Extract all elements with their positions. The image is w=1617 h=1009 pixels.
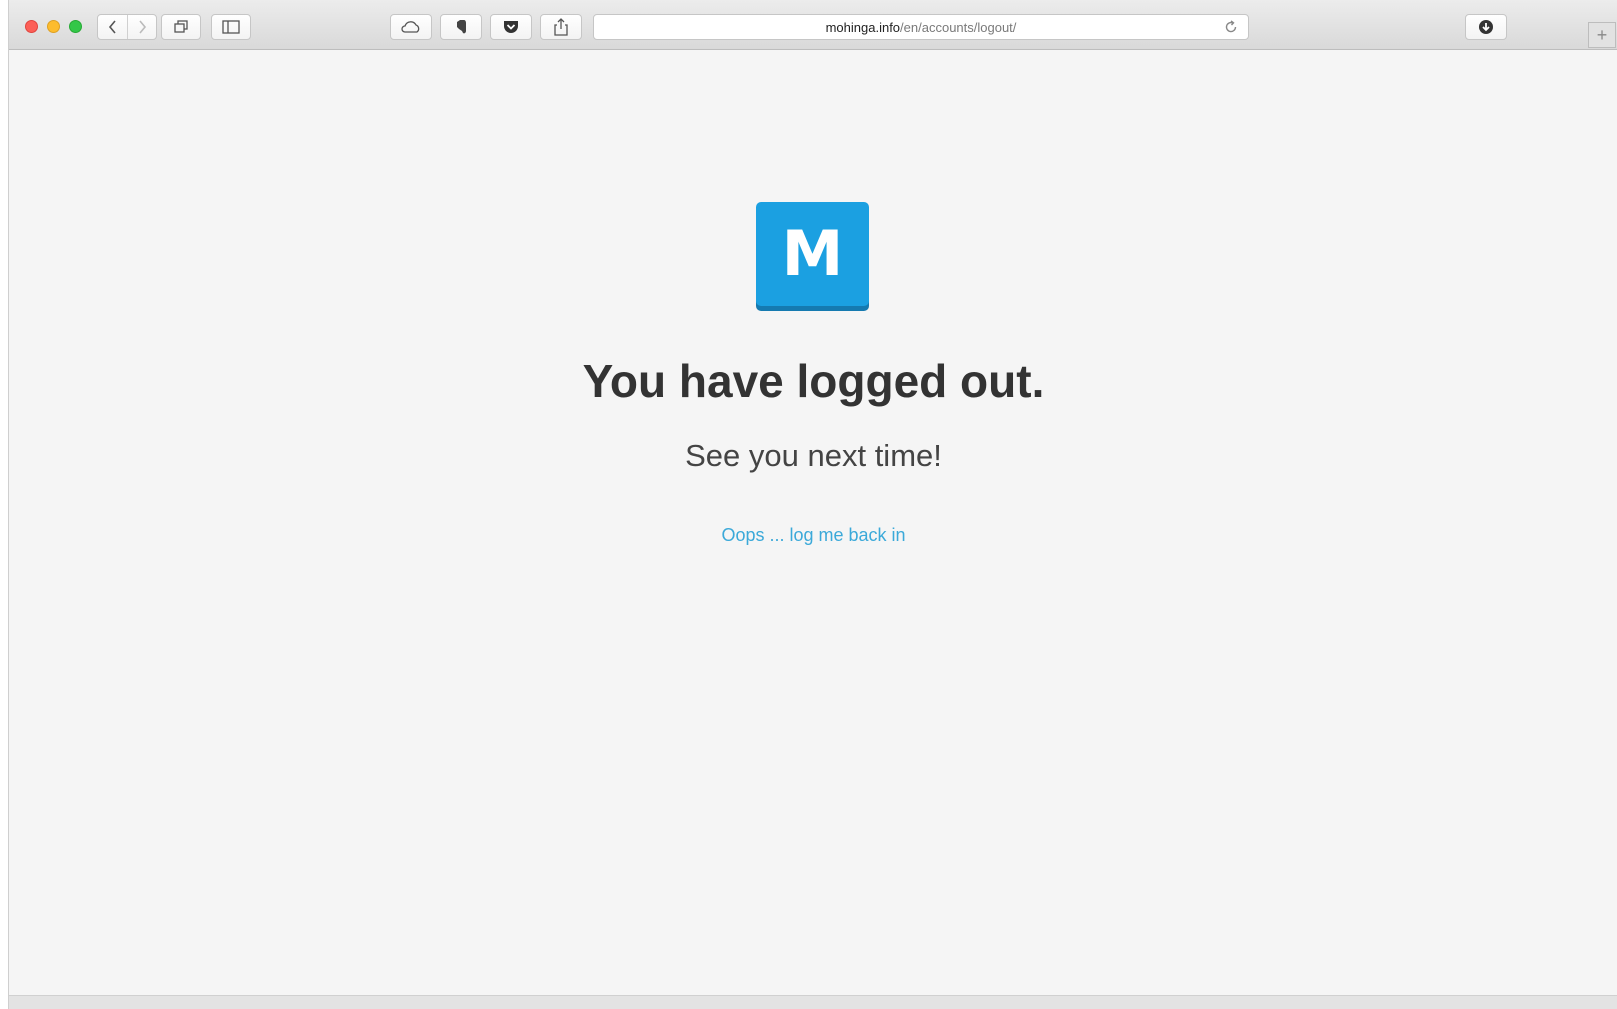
logo-letter: M <box>781 217 844 290</box>
sidebar-button[interactable] <box>211 14 251 40</box>
status-bar <box>9 995 1617 1009</box>
url-host: mohinga.info <box>825 19 901 35</box>
relogin-container: Oops ... log me back in <box>9 525 1617 546</box>
back-button[interactable] <box>98 15 127 39</box>
page-content: M You have logged out. See you next time… <box>9 50 1617 995</box>
plus-icon: + <box>1596 24 1608 45</box>
evernote-icon <box>457 20 466 34</box>
browser-window: mohinga.info/en/accounts/logout/ + M You… <box>8 0 1617 1009</box>
url-path: /en/accounts/logout/ <box>900 19 1017 35</box>
page-subtitle: See you next time! <box>685 438 942 473</box>
navigation-buttons <box>97 14 157 40</box>
reload-button[interactable] <box>1224 20 1238 37</box>
icloud-button[interactable] <box>390 14 432 40</box>
icloud-icon <box>401 21 420 33</box>
address-bar[interactable]: mohinga.info/en/accounts/logout/ <box>593 14 1249 40</box>
log-back-in-link[interactable]: Oops ... log me back in <box>721 525 905 545</box>
reload-icon <box>1225 20 1237 33</box>
sidebar-icon <box>222 20 240 34</box>
site-logo: M <box>756 202 869 306</box>
pocket-button[interactable] <box>490 14 532 40</box>
chevron-left-icon <box>108 20 116 34</box>
maximize-window-button[interactable] <box>69 20 82 33</box>
close-window-button[interactable] <box>25 20 38 33</box>
downloads-button[interactable] <box>1465 14 1507 40</box>
pocket-icon <box>504 21 518 33</box>
forward-button[interactable] <box>127 15 156 39</box>
download-icon <box>1479 20 1493 34</box>
share-icon <box>554 18 568 36</box>
new-tab-button[interactable]: + <box>1588 22 1616 48</box>
browser-toolbar: mohinga.info/en/accounts/logout/ + <box>9 0 1617 50</box>
share-button[interactable] <box>540 14 582 40</box>
minimize-window-button[interactable] <box>47 20 60 33</box>
chevron-right-icon <box>139 20 147 34</box>
page-title: You have logged out. <box>582 355 1045 407</box>
tabs-overview-button[interactable] <box>161 14 201 40</box>
tabs-overview-icon <box>174 20 188 33</box>
evernote-button[interactable] <box>440 14 482 40</box>
